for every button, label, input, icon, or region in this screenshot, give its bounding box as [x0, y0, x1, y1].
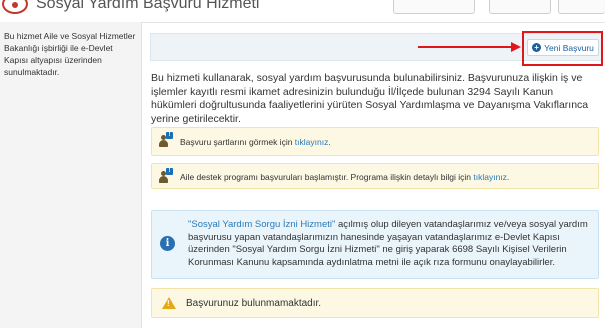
- family-support-alert: ! Aile destek programı başvuruları başla…: [151, 163, 599, 189]
- no-application-text: Başvurunuz bulunmamaktadır.: [186, 298, 322, 309]
- top-header: Sosyal Yardım Başvuru Hizmeti: [0, 0, 605, 23]
- sidebar: Bu hizmet Aile ve Sosyal Hizmetler Bakan…: [0, 22, 142, 328]
- conditions-link[interactable]: tıklayınız: [295, 137, 329, 147]
- consent-info-alert: i "Sosyal Yardım Sorgu İzni Hizmeti" açı…: [151, 210, 599, 279]
- sidebar-description: Bu hizmet Aile ve Sosyal Hizmetler Bakan…: [4, 31, 136, 77]
- family-support-alert-text: Aile destek programı başvuruları başlamı…: [180, 172, 510, 182]
- consent-info-text: "Sosyal Yardım Sorgu İzni Hizmeti" açılm…: [188, 219, 588, 268]
- app-title: Sosyal Yardım Başvuru Hizmeti: [36, 0, 260, 12]
- share-button[interactable]: [558, 0, 605, 14]
- user-alert-icon: !: [158, 168, 173, 184]
- feedback-button[interactable]: [489, 0, 551, 14]
- ministry-logo-icon: [2, 0, 28, 14]
- plus-circle-icon: +: [532, 43, 542, 52]
- new-application-label: Yeni Başvuru: [544, 42, 594, 53]
- conditions-alert: ! Başvuru şartlarını görmek için tıklayı…: [151, 127, 599, 156]
- user-alert-icon: !: [158, 132, 173, 148]
- no-application-alert: ! Başvurunuz bulunmamaktadır.: [151, 288, 599, 318]
- new-application-button[interactable]: + Yeni Başvuru: [527, 39, 599, 56]
- favorite-button[interactable]: [393, 0, 475, 14]
- warning-icon: !: [162, 297, 176, 309]
- info-icon: i: [160, 236, 175, 251]
- intro-text: Bu hizmeti kullanarak, sosyal yardım baş…: [151, 72, 589, 125]
- consent-service-link[interactable]: "Sosyal Yardım Sorgu İzni Hizmeti": [188, 219, 335, 230]
- family-support-link[interactable]: tıklayınız: [473, 172, 507, 182]
- conditions-alert-text: Başvuru şartlarını görmek için tıklayını…: [180, 137, 331, 147]
